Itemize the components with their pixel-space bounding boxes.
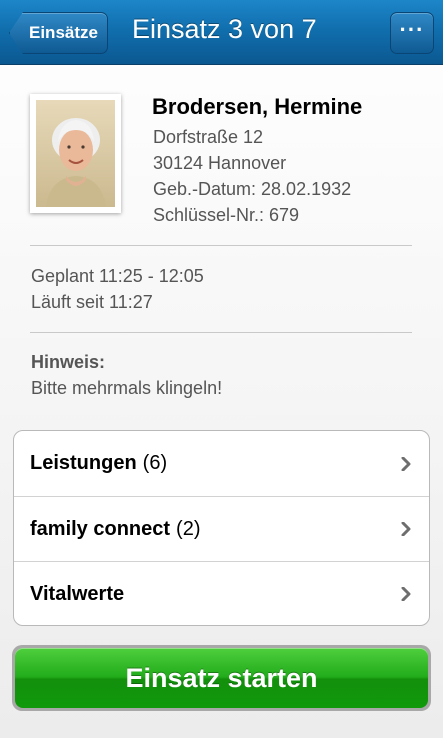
more-icon: ··· [399, 17, 425, 42]
patient-photo [30, 94, 121, 213]
planned-time: Geplant 11:25 - 12:05 [31, 266, 204, 286]
back-button[interactable]: Einsätze [9, 12, 108, 54]
divider [30, 245, 412, 246]
patient-birthdate: Geb.-Datum: 28.02.1932 [153, 179, 352, 199]
more-options-button[interactable]: ··· [390, 12, 434, 54]
list-item-count: (2) [176, 517, 201, 540]
list-item-label: family connect [30, 517, 171, 540]
running-since: Läuft seit 11:27 [31, 292, 153, 312]
list-item-leistungen[interactable]: Leistungen (6) [14, 431, 429, 496]
divider [30, 332, 412, 333]
page-title: Einsatz 3 von 7 [132, 14, 317, 44]
patient-city: 30124 Hannover [153, 153, 287, 173]
patient-portrait-image [36, 100, 115, 207]
chevron-right-icon [401, 522, 411, 536]
start-button-frame: Einsatz starten [12, 645, 431, 711]
list-item-label: Vitalwerte [30, 582, 125, 605]
chevron-right-icon [401, 456, 411, 471]
navigation-bar: Einsätze Einsatz 3 von 7 ··· [0, 0, 443, 65]
back-button-label: Einsätze [29, 23, 98, 42]
patient-key-number: Schlüssel-Nr.: 679 [153, 205, 300, 225]
list-item-vitalwerte[interactable]: Vitalwerte [14, 561, 429, 625]
hint-label: Hinweis: [31, 352, 106, 372]
chevron-right-icon [401, 587, 411, 601]
patient-name: Brodersen, Hermine [152, 94, 363, 119]
start-assignment-button[interactable]: Einsatz starten [15, 648, 428, 708]
list-item-label: Leistungen [30, 452, 137, 474]
list-item-count: (6) [142, 452, 168, 474]
patient-street: Dorfstraße 12 [153, 127, 264, 147]
hint-text: Bitte mehrmals klingeln! [31, 378, 223, 398]
detail-menu-list: Leistungen (6) family connect (2) Vitalw… [13, 430, 430, 626]
list-item-family-connect[interactable]: family connect (2) [14, 496, 429, 561]
